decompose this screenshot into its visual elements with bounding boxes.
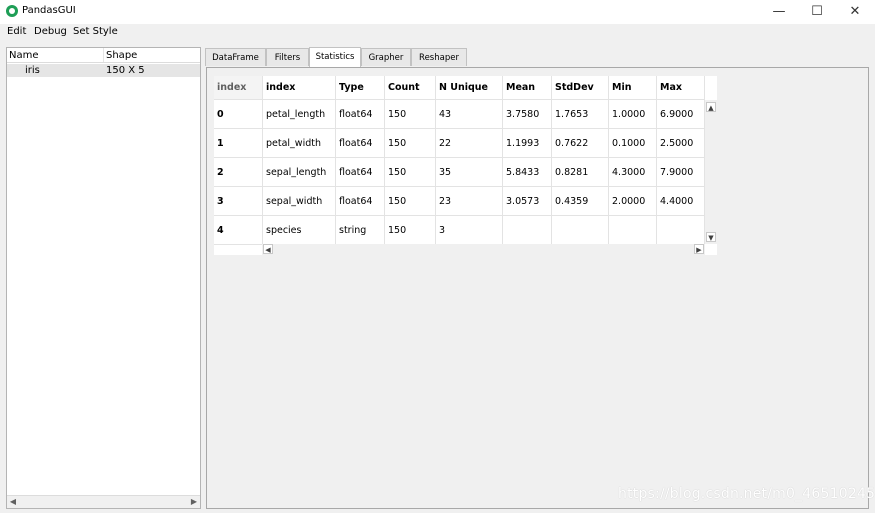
column-header-type[interactable]: Type bbox=[336, 76, 385, 100]
menu-bar: Edit Debug Set Style bbox=[0, 24, 875, 41]
cell-index[interactable]: sepal_length bbox=[263, 158, 336, 187]
cell-max[interactable]: 6.9000 bbox=[657, 100, 705, 129]
row-index-cell[interactable]: 0 bbox=[214, 100, 263, 129]
dataframe-navigator: Name Shape iris 150 X 5 ◀ ▶ bbox=[6, 47, 201, 509]
row-index-cell[interactable]: 3 bbox=[214, 187, 263, 216]
watermark-text: https://blog.csdn.net/m0_46510245 bbox=[618, 486, 875, 502]
close-button[interactable]: ✕ bbox=[836, 0, 874, 24]
cell-stddev[interactable]: 0.8281 bbox=[552, 158, 609, 187]
header-divider[interactable] bbox=[103, 48, 104, 62]
tab-grapher[interactable]: Grapher bbox=[361, 48, 411, 66]
column-header-stddev[interactable]: StdDev bbox=[552, 76, 609, 100]
dataframe-name: iris bbox=[25, 65, 40, 76]
statistics-table: index index Type Count N Unique Mean Std… bbox=[214, 76, 717, 255]
navigator-horizontal-scrollbar[interactable]: ◀ ▶ bbox=[7, 495, 200, 508]
cell-stddev[interactable]: 0.4359 bbox=[552, 187, 609, 216]
navigator-item-iris[interactable]: iris 150 X 5 bbox=[7, 64, 200, 77]
column-header-max[interactable]: Max bbox=[657, 76, 705, 100]
tab-dataframe[interactable]: DataFrame bbox=[205, 48, 266, 66]
cell-mean[interactable] bbox=[503, 216, 552, 245]
cell-stddev[interactable] bbox=[552, 216, 609, 245]
menu-set-style[interactable]: Set Style bbox=[73, 26, 118, 37]
navigator-header: Name Shape bbox=[7, 48, 200, 63]
row-index-cell[interactable]: 4 bbox=[214, 216, 263, 245]
cell-count[interactable]: 150 bbox=[385, 100, 436, 129]
dataframe-shape: 150 X 5 bbox=[106, 65, 145, 76]
cell-max[interactable]: 2.5000 bbox=[657, 129, 705, 158]
cell-stddev[interactable]: 1.7653 bbox=[552, 100, 609, 129]
tab-reshaper[interactable]: Reshaper bbox=[411, 48, 467, 66]
cell-mean[interactable]: 3.7580 bbox=[503, 100, 552, 129]
menu-edit[interactable]: Edit bbox=[7, 26, 26, 37]
title-bar: PandasGUI — ☐ ✕ bbox=[0, 0, 875, 24]
cell-index[interactable]: species bbox=[263, 216, 336, 245]
pandasgui-logo-icon bbox=[6, 5, 18, 17]
scroll-left-icon[interactable]: ◀ bbox=[263, 244, 273, 254]
cell-max[interactable]: 7.9000 bbox=[657, 158, 705, 187]
scroll-left-icon[interactable]: ◀ bbox=[8, 497, 18, 507]
navigator-header-name[interactable]: Name bbox=[9, 50, 39, 61]
column-header-mean[interactable]: Mean bbox=[503, 76, 552, 100]
tab-statistics[interactable]: Statistics bbox=[309, 47, 361, 68]
cell-n-unique[interactable]: 23 bbox=[436, 187, 503, 216]
cell-min[interactable]: 2.0000 bbox=[609, 187, 657, 216]
column-header-index[interactable]: index bbox=[263, 76, 336, 100]
cell-min[interactable]: 0.1000 bbox=[609, 129, 657, 158]
scroll-up-icon[interactable]: ▲ bbox=[706, 102, 716, 112]
table-horizontal-scrollbar[interactable]: ◀ ▶ bbox=[262, 244, 705, 255]
cell-count[interactable]: 150 bbox=[385, 129, 436, 158]
cell-mean[interactable]: 1.1993 bbox=[503, 129, 552, 158]
cell-count[interactable]: 150 bbox=[385, 187, 436, 216]
row-index-cell[interactable]: 1 bbox=[214, 129, 263, 158]
cell-n-unique[interactable]: 22 bbox=[436, 129, 503, 158]
cell-type[interactable]: string bbox=[336, 216, 385, 245]
tab-filters[interactable]: Filters bbox=[266, 48, 309, 66]
scroll-down-icon[interactable]: ▼ bbox=[706, 232, 716, 242]
cell-type[interactable]: float64 bbox=[336, 187, 385, 216]
row-index-cell[interactable]: 2 bbox=[214, 158, 263, 187]
column-header-count[interactable]: Count bbox=[385, 76, 436, 100]
cell-mean[interactable]: 3.0573 bbox=[503, 187, 552, 216]
column-header-n-unique[interactable]: N Unique bbox=[436, 76, 503, 100]
cell-min[interactable]: 1.0000 bbox=[609, 100, 657, 129]
cell-index[interactable]: petal_width bbox=[263, 129, 336, 158]
scroll-right-icon[interactable]: ▶ bbox=[694, 244, 704, 254]
cell-max[interactable]: 4.4000 bbox=[657, 187, 705, 216]
cell-n-unique[interactable]: 35 bbox=[436, 158, 503, 187]
cell-stddev[interactable]: 0.7622 bbox=[552, 129, 609, 158]
cell-type[interactable]: float64 bbox=[336, 129, 385, 158]
window-title: PandasGUI bbox=[22, 5, 76, 16]
menu-debug[interactable]: Debug bbox=[34, 26, 67, 37]
cell-type[interactable]: float64 bbox=[336, 100, 385, 129]
cell-max[interactable] bbox=[657, 216, 705, 245]
cell-mean[interactable]: 5.8433 bbox=[503, 158, 552, 187]
cell-index[interactable]: petal_length bbox=[263, 100, 336, 129]
table-vertical-scrollbar[interactable]: ▲ ▼ bbox=[705, 100, 717, 244]
navigator-header-shape[interactable]: Shape bbox=[106, 50, 137, 61]
cell-min[interactable]: 4.3000 bbox=[609, 158, 657, 187]
cell-count[interactable]: 150 bbox=[385, 158, 436, 187]
scroll-right-icon[interactable]: ▶ bbox=[189, 497, 199, 507]
cell-n-unique[interactable]: 43 bbox=[436, 100, 503, 129]
column-header-min[interactable]: Min bbox=[609, 76, 657, 100]
maximize-button[interactable]: ☐ bbox=[798, 0, 836, 24]
cell-n-unique[interactable]: 3 bbox=[436, 216, 503, 245]
cell-type[interactable]: float64 bbox=[336, 158, 385, 187]
cell-min[interactable] bbox=[609, 216, 657, 245]
minimize-button[interactable]: — bbox=[760, 0, 798, 24]
cell-index[interactable]: sepal_width bbox=[263, 187, 336, 216]
cell-count[interactable]: 150 bbox=[385, 216, 436, 245]
index-column-header[interactable]: index bbox=[214, 76, 263, 100]
